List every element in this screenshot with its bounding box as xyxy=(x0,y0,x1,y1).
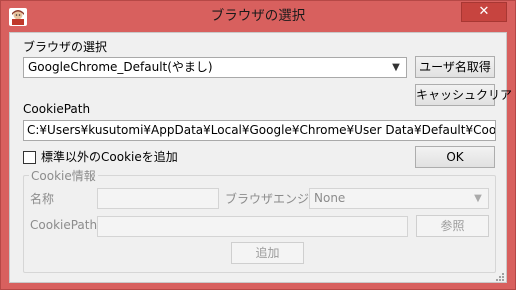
cookie-path-field[interactable]: C:¥Users¥kusutomi¥AppData¥Local¥Google¥C… xyxy=(23,120,496,141)
chevron-down-icon: ▼ xyxy=(392,62,400,73)
browser-select-dropdown[interactable]: GoogleChrome_Default(やまし) ▼ xyxy=(23,57,407,78)
dialog-content: ブラウザの選択 GoogleChrome_Default(やまし) ▼ ユーザ名… xyxy=(9,32,512,283)
browse-button[interactable]: 参照 xyxy=(416,215,489,237)
get-username-button[interactable]: ユーザ名取得 xyxy=(415,56,495,78)
chevron-down-icon: ▼ xyxy=(474,193,482,204)
name-field[interactable] xyxy=(97,188,219,209)
dialog-window: ブラウザの選択 ✕ ブラウザの選択 GoogleChrome_Default(や… xyxy=(0,0,516,290)
cookie-info-title: Cookie情報 xyxy=(29,167,98,184)
close-icon: ✕ xyxy=(478,4,490,19)
browser-engine-dropdown[interactable]: None ▼ xyxy=(309,188,489,209)
cookie-path-sub-label: CookiePath xyxy=(30,218,98,232)
resize-grip-icon[interactable] xyxy=(494,270,504,281)
close-button[interactable]: ✕ xyxy=(461,2,507,22)
clear-cache-button[interactable]: キャッシュクリア xyxy=(415,84,512,106)
cookie-path-label: CookiePath xyxy=(23,102,91,116)
title-bar[interactable]: ブラウザの選択 ✕ xyxy=(1,1,515,32)
browser-engine-label: ブラウザエンジン xyxy=(225,192,322,206)
browser-select-label: ブラウザの選択 xyxy=(23,40,108,54)
non-standard-cookie-checkbox[interactable] xyxy=(23,151,36,164)
cookie-path-sub-field[interactable] xyxy=(97,216,408,237)
ok-button[interactable]: OK xyxy=(415,146,495,168)
browser-engine-value: None xyxy=(314,191,346,205)
window-title: ブラウザの選択 xyxy=(210,8,306,24)
non-standard-cookie-label: 標準以外のCookieを追加 xyxy=(41,150,178,164)
browser-select-value: GoogleChrome_Default(やまし) xyxy=(28,60,213,74)
name-label: 名称 xyxy=(30,192,55,206)
add-button[interactable]: 追加 xyxy=(231,242,304,264)
